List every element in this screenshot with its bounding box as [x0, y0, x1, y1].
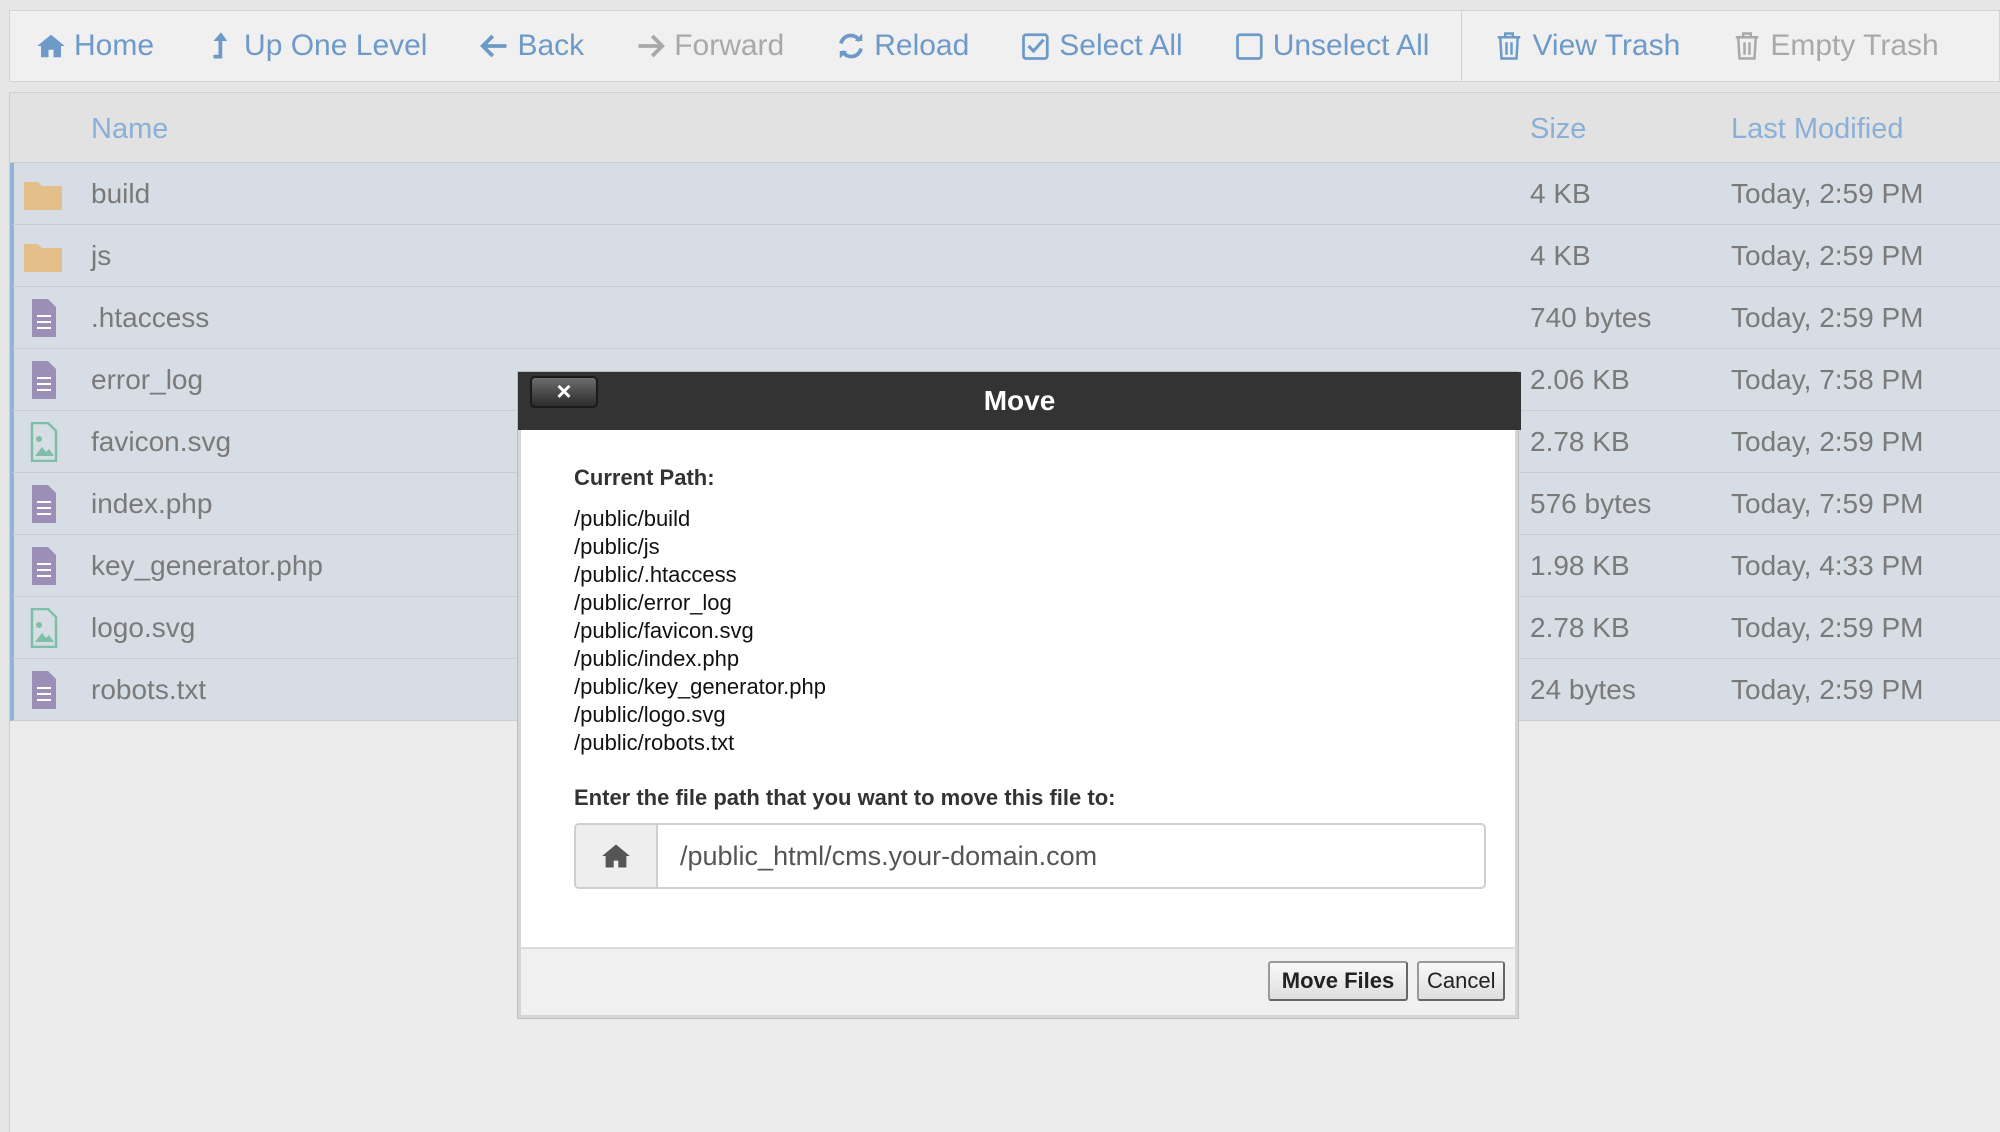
file-size: 740 bytes	[1530, 302, 1652, 333]
arrow-right-icon	[638, 34, 666, 58]
file-name: logo.svg	[91, 612, 196, 643]
file-modified: Today, 7:59 PM	[1731, 488, 1924, 519]
select-all-label: Select All	[1059, 29, 1183, 62]
column-header-last-modified[interactable]: Last Modified	[1731, 113, 1904, 146]
close-button[interactable]: ×	[530, 376, 598, 408]
file-name: index.php	[91, 488, 213, 519]
move-dialog-footer: Move Files Cancel	[521, 947, 1515, 1015]
move-dialog-titlebar: × Move	[518, 372, 1521, 430]
cancel-button[interactable]: Cancel	[1417, 961, 1505, 1001]
checkbox-checked-icon	[1022, 33, 1049, 60]
reload-button[interactable]: Reload	[810, 11, 995, 81]
destination-path-input[interactable]	[658, 825, 1484, 887]
empty-trash-button[interactable]: Empty Trash	[1706, 11, 1964, 81]
toolbar: Home Up One Level Back Forward Reload Se…	[9, 10, 2000, 82]
forward-button[interactable]: Forward	[610, 11, 810, 81]
current-path-item: /public/favicon.svg	[574, 618, 754, 643]
select-all-button[interactable]: Select All	[995, 11, 1208, 81]
file-size: 2.06 KB	[1530, 364, 1630, 395]
forward-label: Forward	[674, 29, 785, 62]
home-button[interactable]: Home	[10, 11, 180, 81]
move-dialog-body: Current Path: /public/build /public/js /…	[574, 465, 1486, 757]
view-trash-label: View Trash	[1532, 29, 1681, 62]
destination-path-group	[574, 823, 1486, 889]
current-path-item: /public/js	[574, 534, 660, 559]
current-path-list: /public/build /public/js /public/.htacce…	[574, 505, 1486, 757]
image-file-icon	[30, 608, 58, 648]
image-file-icon	[30, 422, 58, 462]
file-name: .htaccess	[91, 302, 210, 333]
file-size: 4 KB	[1530, 240, 1591, 271]
text-file-icon	[32, 299, 56, 337]
table-row[interactable]: js 4 KB Today, 2:59 PM	[10, 225, 2000, 287]
file-size: 1.98 KB	[1530, 550, 1630, 581]
file-size: 576 bytes	[1530, 488, 1652, 519]
current-path-item: /public/build	[574, 506, 691, 531]
table-row[interactable]: .htaccess 740 bytes Today, 2:59 PM	[10, 287, 2000, 349]
file-modified: Today, 2:59 PM	[1731, 674, 1924, 705]
file-name: favicon.svg	[91, 426, 232, 457]
home-icon	[37, 34, 65, 58]
file-size: 2.78 KB	[1530, 426, 1630, 457]
up-one-level-label: Up One Level	[244, 29, 428, 62]
current-path-item: /public/error_log	[574, 590, 732, 615]
table-row[interactable]: build 4 KB Today, 2:59 PM	[10, 163, 2000, 225]
empty-trash-label: Empty Trash	[1770, 29, 1939, 62]
file-name: js	[91, 240, 112, 271]
file-modified: Today, 7:58 PM	[1731, 364, 1924, 395]
trash-icon	[1498, 32, 1521, 60]
file-name: error_log	[91, 364, 204, 395]
file-size: 24 bytes	[1530, 674, 1636, 705]
file-name: key_generator.php	[91, 550, 323, 581]
text-file-icon	[32, 671, 56, 709]
home-addon	[576, 825, 658, 887]
reload-label: Reload	[874, 29, 970, 62]
file-name: build	[91, 178, 151, 209]
back-button[interactable]: Back	[453, 11, 610, 81]
view-trash-button[interactable]: View Trash	[1468, 11, 1706, 81]
folder-icon	[24, 182, 62, 210]
text-file-icon	[32, 485, 56, 523]
move-dialog-title: Move	[983, 385, 1056, 416]
level-up-icon	[213, 32, 228, 59]
current-path-item: /public/logo.svg	[574, 702, 726, 727]
toolbar-divider	[1461, 11, 1463, 81]
reload-icon	[839, 33, 864, 59]
current-path-item: /public/.htaccess	[574, 562, 737, 587]
unselect-all-button[interactable]: Unselect All	[1209, 11, 1456, 81]
file-size: 4 KB	[1530, 178, 1591, 209]
file-modified: Today, 2:59 PM	[1731, 240, 1924, 271]
back-label: Back	[517, 29, 585, 62]
move-files-button[interactable]: Move Files	[1268, 961, 1408, 1001]
current-path-item: /public/robots.txt	[574, 730, 735, 755]
up-one-level-button[interactable]: Up One Level	[180, 11, 453, 81]
unselect-all-label: Unselect All	[1272, 29, 1430, 62]
text-file-icon	[32, 361, 56, 399]
file-modified: Today, 4:33 PM	[1731, 550, 1924, 581]
file-list-header: Name Size Last Modified	[10, 93, 2000, 163]
file-size: 2.78 KB	[1530, 612, 1630, 643]
file-modified: Today, 2:59 PM	[1731, 302, 1924, 333]
home-icon	[602, 844, 630, 868]
current-path-item: /public/index.php	[574, 646, 740, 671]
arrow-left-icon	[480, 34, 507, 58]
destination-path-label: Enter the file path that you want to mov…	[574, 785, 1116, 810]
file-name: robots.txt	[91, 674, 207, 705]
file-modified: Today, 2:59 PM	[1731, 612, 1924, 643]
file-modified: Today, 2:59 PM	[1731, 426, 1924, 457]
column-header-name[interactable]: Name	[91, 113, 168, 146]
checkbox-empty-icon	[1235, 33, 1263, 60]
move-dialog: × Move Current Path: /public/build /publ…	[518, 372, 1521, 1018]
folder-icon	[24, 244, 62, 272]
home-label: Home	[74, 29, 155, 62]
current-path-label: Current Path:	[574, 465, 715, 490]
current-path-item: /public/key_generator.php	[574, 674, 826, 699]
column-header-size[interactable]: Size	[1530, 113, 1586, 146]
file-modified: Today, 2:59 PM	[1731, 178, 1924, 209]
text-file-icon	[32, 547, 56, 585]
trash-icon	[1736, 32, 1759, 60]
